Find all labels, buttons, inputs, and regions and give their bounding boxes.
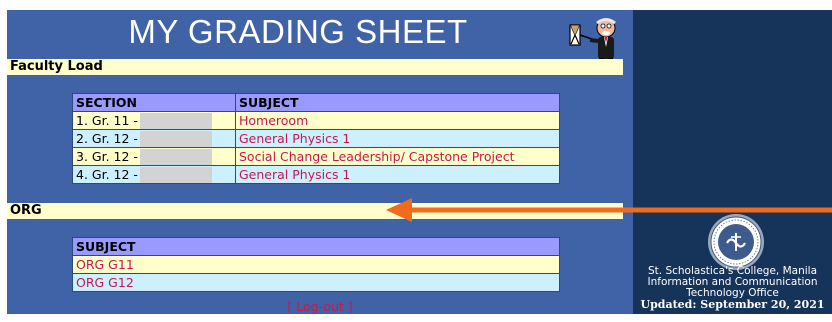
column-header-section: SECTION: [72, 93, 236, 112]
column-header-subject: SUBJECT: [235, 93, 560, 112]
page-title: MY GRADING SHEET: [128, 13, 468, 50]
subject-label[interactable]: Homeroom: [239, 113, 308, 128]
faculty-load-table: SECTION SUBJECT 1. Gr. 11 - Homeroom 2. …: [72, 93, 560, 184]
table-header-row: SECTION SUBJECT: [72, 93, 560, 112]
subject-link[interactable]: General Physics 1: [235, 165, 560, 184]
table-row: 1. Gr. 11 - Homeroom: [72, 111, 560, 130]
updated-date: Updated: September 20, 2021: [640, 298, 825, 311]
column-header-subject: SUBJECT: [72, 237, 560, 256]
section-label: 3. Gr. 12 -: [76, 148, 138, 164]
redacted-block: [139, 112, 212, 129]
subject-link[interactable]: General Physics 1: [235, 129, 560, 148]
professor-pointer-icon: [569, 18, 616, 62]
org-table: SUBJECT ORG G11 ORG G12: [72, 237, 560, 292]
redacted-block: [139, 130, 212, 147]
logout-link[interactable]: [ Log-out ]: [240, 299, 400, 314]
orange-arrow-icon: [386, 198, 832, 222]
subject-link[interactable]: ORG G12: [72, 273, 560, 292]
top-strip: [0, 0, 832, 10]
section-cell: 1. Gr. 11 -: [72, 111, 236, 130]
redacted-block: [139, 148, 212, 165]
subject-label[interactable]: ORG G12: [76, 275, 134, 290]
subject-label[interactable]: ORG G11: [76, 257, 134, 272]
subject-label[interactable]: Social Change Leadership/ Capstone Proje…: [239, 149, 515, 164]
table-row: ORG G11: [72, 255, 560, 274]
section-label: 1. Gr. 11 -: [76, 112, 138, 128]
subject-link[interactable]: Social Change Leadership/ Capstone Proje…: [235, 147, 560, 166]
section-cell: 4. Gr. 12 -: [72, 165, 236, 184]
table-row: 4. Gr. 12 - General Physics 1: [72, 165, 560, 184]
redacted-block: [139, 166, 212, 183]
subject-label[interactable]: General Physics 1: [239, 167, 350, 182]
faculty-load-heading: Faculty Load: [7, 59, 623, 75]
section-cell: 2. Gr. 12 -: [72, 129, 236, 148]
table-row: 3. Gr. 12 - Social Change Leadership/ Ca…: [72, 147, 560, 166]
bottom-strip: [0, 314, 832, 322]
subject-link[interactable]: ORG G11: [72, 255, 560, 274]
table-row: 2. Gr. 12 - General Physics 1: [72, 129, 560, 148]
table-header-row: SUBJECT: [72, 237, 560, 256]
table-row: ORG G12: [72, 273, 560, 292]
section-label: 2. Gr. 12 -: [76, 130, 138, 146]
subject-link[interactable]: Homeroom: [235, 111, 560, 130]
subject-label[interactable]: General Physics 1: [239, 131, 350, 146]
section-label: 4. Gr. 12 -: [76, 166, 138, 182]
section-cell: 3. Gr. 12 -: [72, 147, 236, 166]
school-seal-icon: [708, 214, 764, 270]
